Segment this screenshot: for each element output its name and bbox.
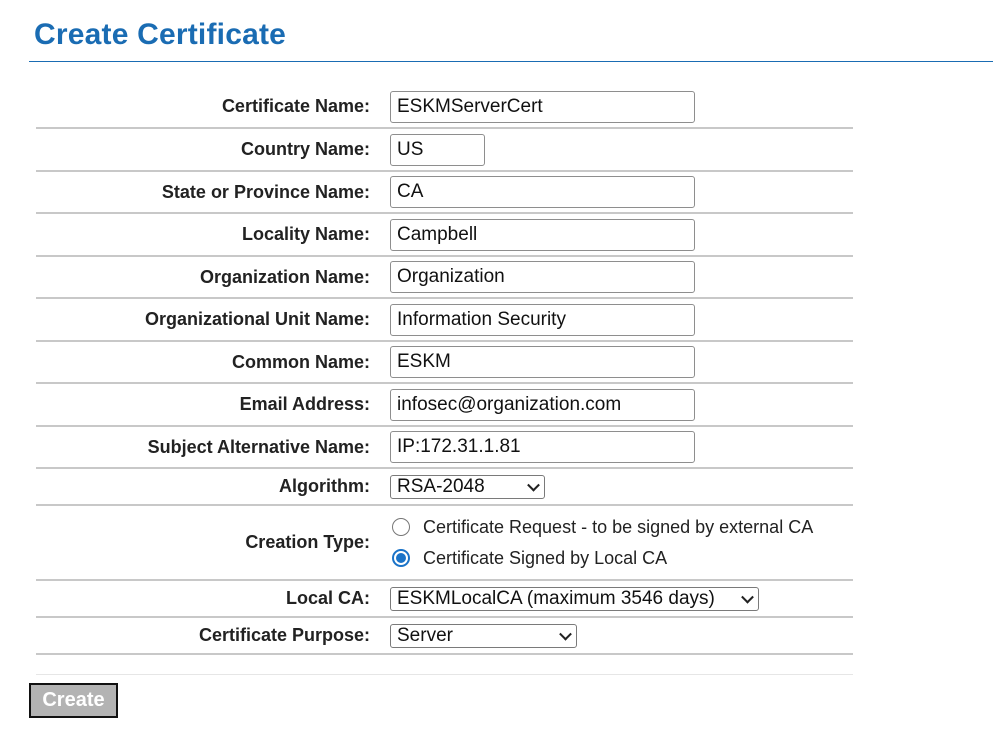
country-name-input[interactable]: [390, 133, 485, 166]
chevron-down-icon: [527, 478, 540, 492]
state-name-label: State or Province Name:: [161, 181, 370, 202]
form-row-creation-type: Creation Type: Certificate Request - to …: [36, 506, 853, 581]
form-row-certificate-name: Certificate Name:: [36, 86, 853, 129]
org-unit-name-label: Organizational Unit Name:: [144, 309, 370, 329]
algorithm-label: Algorithm:: [279, 476, 370, 496]
title-divider: [29, 61, 993, 62]
form-row-state-name: State or Province Name:: [36, 172, 853, 214]
form-row-email-address: Email Address:: [36, 384, 853, 427]
radio-request[interactable]: [392, 518, 410, 536]
creation-type-option-local-ca[interactable]: Certificate Signed by Local CA: [390, 548, 813, 569]
organization-name-input[interactable]: [390, 261, 695, 293]
radio-local-ca[interactable]: [392, 549, 410, 567]
certificate-purpose-selected-value: Server: [397, 624, 453, 646]
form-row-org-unit-name: Organizational Unit Name:: [36, 299, 853, 342]
form-row-common-name: Common Name:: [36, 342, 853, 384]
certificate-name-input[interactable]: [390, 90, 695, 123]
form-bottom-divider: [36, 674, 853, 675]
subject-alt-name-label: Subject Alternative Name:: [147, 436, 370, 457]
locality-name-input[interactable]: [390, 218, 695, 251]
certificate-purpose-label: Certificate Purpose:: [198, 625, 370, 645]
form-row-local-ca: Local CA: ESKMLocalCA (maximum 3546 days…: [36, 581, 853, 618]
subject-alt-name-input[interactable]: [390, 431, 695, 463]
creation-type-label: Creation Type:: [245, 532, 370, 552]
certificate-form: Certificate Name: Country Name: State or…: [36, 86, 853, 655]
chevron-down-icon: [741, 590, 754, 604]
certificate-name-label: Certificate Name:: [221, 96, 370, 116]
locality-name-label: Locality Name:: [241, 224, 370, 244]
local-ca-selected-value: ESKMLocalCA (maximum 3546 days): [397, 587, 715, 609]
organization-name-label: Organization Name:: [199, 266, 370, 287]
state-name-input[interactable]: [390, 176, 695, 208]
local-ca-select[interactable]: ESKMLocalCA (maximum 3546 days): [390, 586, 759, 611]
country-name-label: Country Name:: [240, 139, 370, 159]
common-name-label: Common Name:: [231, 351, 370, 372]
form-row-certificate-purpose: Certificate Purpose: Server: [36, 618, 853, 655]
form-row-locality-name: Locality Name:: [36, 214, 853, 257]
email-address-label: Email Address:: [239, 394, 370, 414]
email-address-input[interactable]: [390, 388, 695, 421]
chevron-down-icon: [559, 627, 572, 641]
radio-request-label: Certificate Request - to be signed by ex…: [423, 516, 814, 537]
form-row-country-name: Country Name:: [36, 129, 853, 172]
radio-local-ca-label: Certificate Signed by Local CA: [423, 547, 668, 568]
algorithm-selected-value: RSA-2048: [397, 475, 485, 497]
create-button[interactable]: Create: [29, 683, 118, 718]
form-row-algorithm: Algorithm: RSA-2048: [36, 469, 853, 506]
local-ca-label: Local CA:: [285, 588, 370, 608]
certificate-purpose-select[interactable]: Server: [390, 623, 577, 648]
page-title: Create Certificate: [34, 18, 287, 51]
create-certificate-page: Create Certificate Certificate Name: Cou…: [0, 0, 993, 747]
creation-type-radio-group: Certificate Request - to be signed by ex…: [390, 517, 813, 569]
form-row-subject-alt-name: Subject Alternative Name:: [36, 427, 853, 469]
org-unit-name-input[interactable]: [390, 303, 695, 336]
common-name-input[interactable]: [390, 346, 695, 378]
form-row-organization-name: Organization Name:: [36, 257, 853, 299]
creation-type-option-request[interactable]: Certificate Request - to be signed by ex…: [390, 517, 813, 538]
algorithm-select[interactable]: RSA-2048: [390, 474, 545, 499]
